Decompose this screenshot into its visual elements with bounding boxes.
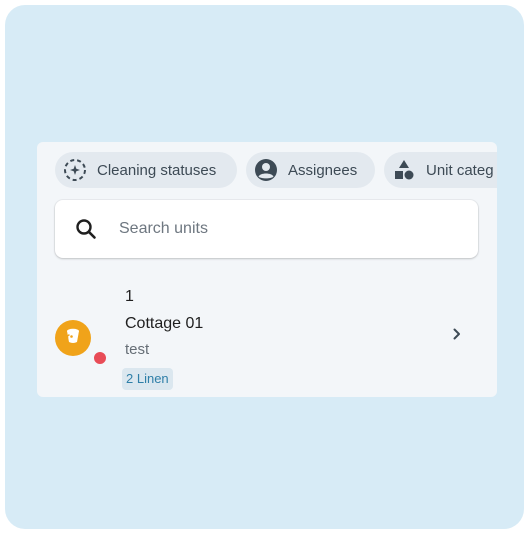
filter-chip-unit-categories[interactable]: Unit categ <box>384 152 497 188</box>
status-indicator-dot <box>92 350 108 366</box>
filter-chip-cleaning-statuses[interactable]: Cleaning statuses <box>55 152 237 188</box>
search-icon <box>75 218 97 240</box>
chevron-right-icon[interactable] <box>450 327 464 341</box>
search-input[interactable] <box>117 219 421 239</box>
search-bar[interactable] <box>55 200 478 258</box>
filter-chip-label: Cleaning statuses <box>97 161 217 179</box>
filter-chips: Cleaning statuses Assignees Unit categ <box>55 152 497 188</box>
outer-card: Cleaning statuses Assignees Unit categ S… <box>5 5 524 529</box>
category-shapes-icon <box>390 156 418 184</box>
unit-number: 1 <box>125 288 134 305</box>
unit-list-item[interactable]: 1 Cottage 01 test 2 Linen <box>37 280 497 397</box>
units-panel: Cleaning statuses Assignees Unit categ S… <box>37 142 497 397</box>
cleaning-bucket-icon <box>63 326 83 351</box>
unit-avatar <box>55 320 91 356</box>
cleaning-status-icon <box>61 156 89 184</box>
filter-chip-label: Unit categ <box>426 161 494 179</box>
unit-description: test <box>125 341 150 358</box>
filter-chip-assignees[interactable]: Assignees <box>246 152 375 188</box>
filter-chip-label: Assignees <box>288 161 358 179</box>
account-circle-icon <box>252 156 280 184</box>
unit-name: Cottage 01 <box>125 315 204 332</box>
linen-badge: 2 Linen <box>122 368 173 390</box>
